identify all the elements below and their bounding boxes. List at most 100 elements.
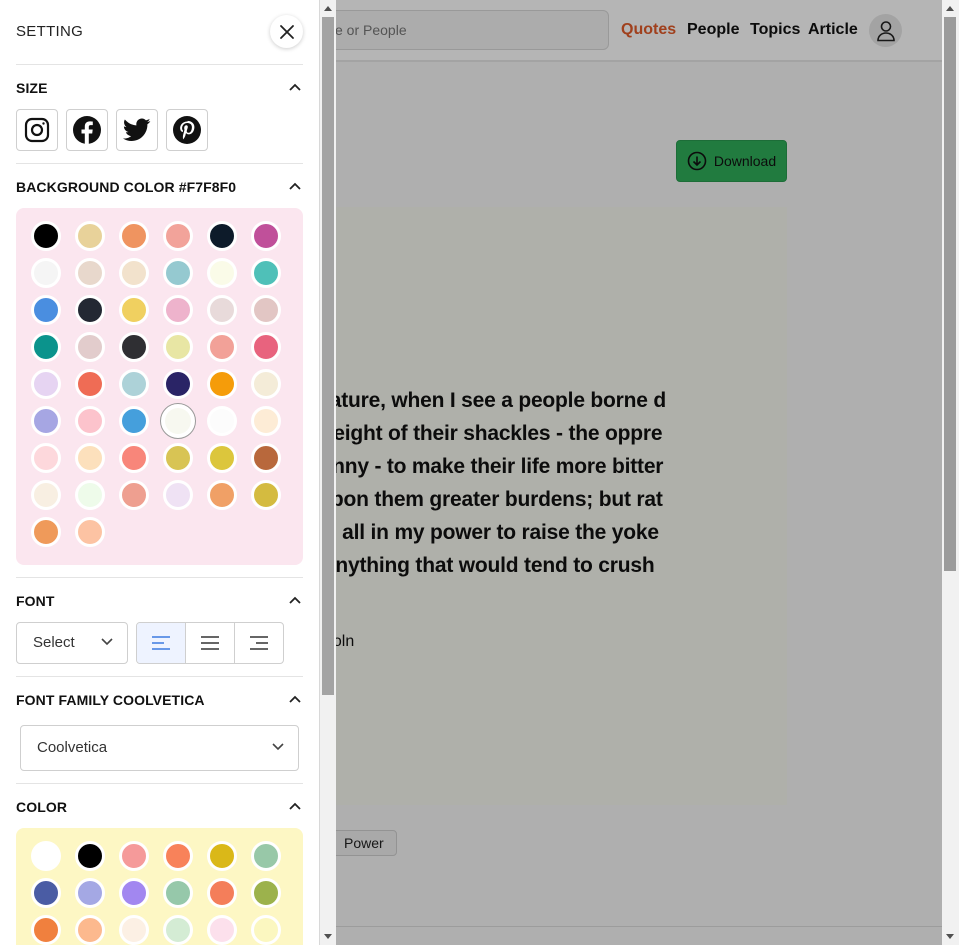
color-swatch[interactable]	[119, 841, 149, 871]
chevron-up-icon[interactable]	[288, 593, 302, 607]
color-swatch[interactable]	[163, 258, 193, 288]
color-swatch[interactable]	[163, 332, 193, 362]
size-instagram-button[interactable]	[16, 109, 58, 151]
color-swatch[interactable]	[160, 403, 196, 439]
color-swatch[interactable]	[207, 221, 237, 251]
size-facebook-button[interactable]	[66, 109, 108, 151]
color-swatch[interactable]	[31, 406, 61, 436]
color-swatch[interactable]	[163, 915, 193, 945]
scroll-up-arrow-icon[interactable]	[946, 6, 954, 11]
color-swatch[interactable]	[163, 221, 193, 251]
color-swatch[interactable]	[75, 517, 105, 547]
page-scrollbar-thumb[interactable]	[944, 17, 956, 571]
color-swatch[interactable]	[119, 480, 149, 510]
color-swatch[interactable]	[31, 878, 61, 908]
color-swatch[interactable]	[75, 221, 105, 251]
size-twitter-button[interactable]	[116, 109, 158, 151]
color-swatch[interactable]	[119, 443, 149, 473]
color-swatch[interactable]	[163, 443, 193, 473]
size-pinterest-button[interactable]	[166, 109, 208, 151]
color-swatch[interactable]	[75, 332, 105, 362]
color-swatch[interactable]	[251, 841, 281, 871]
color-swatch[interactable]	[119, 221, 149, 251]
align-right-button[interactable]	[235, 623, 283, 663]
text-color-palette	[16, 828, 303, 945]
close-drawer-button[interactable]	[270, 15, 303, 48]
color-swatch[interactable]	[75, 443, 105, 473]
color-swatch[interactable]	[207, 332, 237, 362]
color-swatch[interactable]	[75, 295, 105, 325]
color-swatch[interactable]	[207, 295, 237, 325]
color-swatch[interactable]	[119, 915, 149, 945]
divider	[16, 577, 303, 578]
color-swatch[interactable]	[31, 221, 61, 251]
color-swatch[interactable]	[31, 332, 61, 362]
color-swatch[interactable]	[251, 369, 281, 399]
chevron-up-icon[interactable]	[288, 799, 302, 813]
color-swatch[interactable]	[207, 258, 237, 288]
instagram-icon	[24, 117, 50, 143]
align-left-button[interactable]	[137, 623, 186, 663]
color-swatch[interactable]	[207, 406, 237, 436]
color-swatch[interactable]	[75, 480, 105, 510]
chevron-up-icon[interactable]	[288, 179, 302, 193]
page-scrollbar[interactable]	[942, 0, 959, 945]
color-swatch[interactable]	[119, 258, 149, 288]
align-center-button[interactable]	[186, 623, 235, 663]
color-swatch[interactable]	[251, 332, 281, 362]
color-swatch[interactable]	[31, 480, 61, 510]
color-swatch[interactable]	[119, 369, 149, 399]
color-swatch[interactable]	[31, 295, 61, 325]
color-swatch[interactable]	[31, 443, 61, 473]
chevron-up-icon[interactable]	[288, 692, 302, 706]
color-swatch[interactable]	[75, 406, 105, 436]
color-swatch[interactable]	[251, 295, 281, 325]
color-swatch[interactable]	[251, 878, 281, 908]
background-color-section-title: BACKGROUND COLOR #F7F8F0	[16, 179, 237, 195]
color-swatch[interactable]	[75, 878, 105, 908]
color-swatch[interactable]	[251, 258, 281, 288]
color-swatch[interactable]	[31, 517, 61, 547]
color-swatch[interactable]	[75, 258, 105, 288]
color-swatch[interactable]	[251, 443, 281, 473]
color-swatch[interactable]	[163, 295, 193, 325]
font-section-title: FONT	[16, 593, 55, 609]
color-swatch[interactable]	[163, 841, 193, 871]
color-swatch[interactable]	[207, 915, 237, 945]
font-size-select[interactable]: Select	[16, 622, 128, 664]
color-swatch[interactable]	[119, 295, 149, 325]
color-swatch[interactable]	[119, 406, 149, 436]
color-swatch[interactable]	[75, 369, 105, 399]
font-family-value: Coolvetica	[37, 739, 108, 756]
color-swatch[interactable]	[207, 369, 237, 399]
scroll-down-arrow-icon[interactable]	[946, 934, 954, 939]
color-swatch[interactable]	[251, 221, 281, 251]
color-swatch[interactable]	[207, 841, 237, 871]
font-family-select[interactable]: Coolvetica	[20, 725, 299, 771]
color-swatch[interactable]	[75, 915, 105, 945]
color-swatch[interactable]	[207, 878, 237, 908]
color-swatch[interactable]	[251, 915, 281, 945]
color-swatch[interactable]	[207, 443, 237, 473]
font-select-value: Select	[33, 634, 75, 651]
drawer-title: SETTING	[16, 23, 84, 40]
chevron-up-icon[interactable]	[288, 80, 302, 94]
divider	[16, 163, 303, 164]
color-swatch[interactable]	[119, 332, 149, 362]
color-swatch[interactable]	[207, 480, 237, 510]
color-swatch[interactable]	[31, 915, 61, 945]
drawer-scrollbar-thumb[interactable]	[322, 17, 334, 695]
color-swatch[interactable]	[251, 406, 281, 436]
color-swatch[interactable]	[119, 878, 149, 908]
drawer-scrollbar[interactable]	[319, 0, 336, 945]
color-swatch[interactable]	[163, 878, 193, 908]
color-swatch[interactable]	[31, 841, 61, 871]
scroll-down-arrow-icon[interactable]	[324, 934, 332, 939]
color-swatch[interactable]	[163, 480, 193, 510]
color-swatch[interactable]	[75, 841, 105, 871]
scroll-up-arrow-icon[interactable]	[324, 6, 332, 11]
color-swatch[interactable]	[31, 258, 61, 288]
color-swatch[interactable]	[251, 480, 281, 510]
color-swatch[interactable]	[163, 369, 193, 399]
color-swatch[interactable]	[31, 369, 61, 399]
